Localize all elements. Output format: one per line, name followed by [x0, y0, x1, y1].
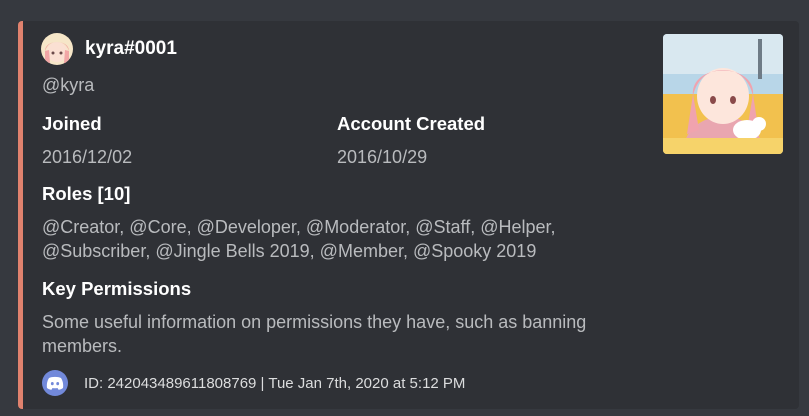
- user-info-embed: kyra#0001 @kyra Joined 2016/12/02 Accoun…: [18, 21, 799, 409]
- author-name[interactable]: kyra#0001: [85, 38, 177, 60]
- key-permissions-field-name: Key Permissions: [42, 278, 192, 299]
- user-thumbnail-image[interactable]: [663, 34, 783, 154]
- account-created-field-name: Account Created: [337, 113, 486, 134]
- roles-field-name: Roles [10]: [42, 183, 131, 204]
- user-mention[interactable]: @kyra: [42, 75, 94, 96]
- user-avatar-icon[interactable]: [41, 33, 73, 65]
- key-permissions-field-value: Some useful information on permissions t…: [42, 312, 587, 356]
- discord-logo-icon: [42, 370, 68, 396]
- account-created-field-value: 2016/10/29: [337, 147, 428, 167]
- joined-field-value: 2016/12/02: [42, 147, 133, 167]
- embed-accent-bar: [18, 21, 23, 409]
- joined-field-name: Joined: [42, 113, 102, 134]
- roles-field-value: @Creator, @Core, @Developer, @Moderator,…: [42, 217, 556, 261]
- embed-footer-text: ID: 242043489611808769 | Tue Jan 7th, 20…: [84, 375, 466, 392]
